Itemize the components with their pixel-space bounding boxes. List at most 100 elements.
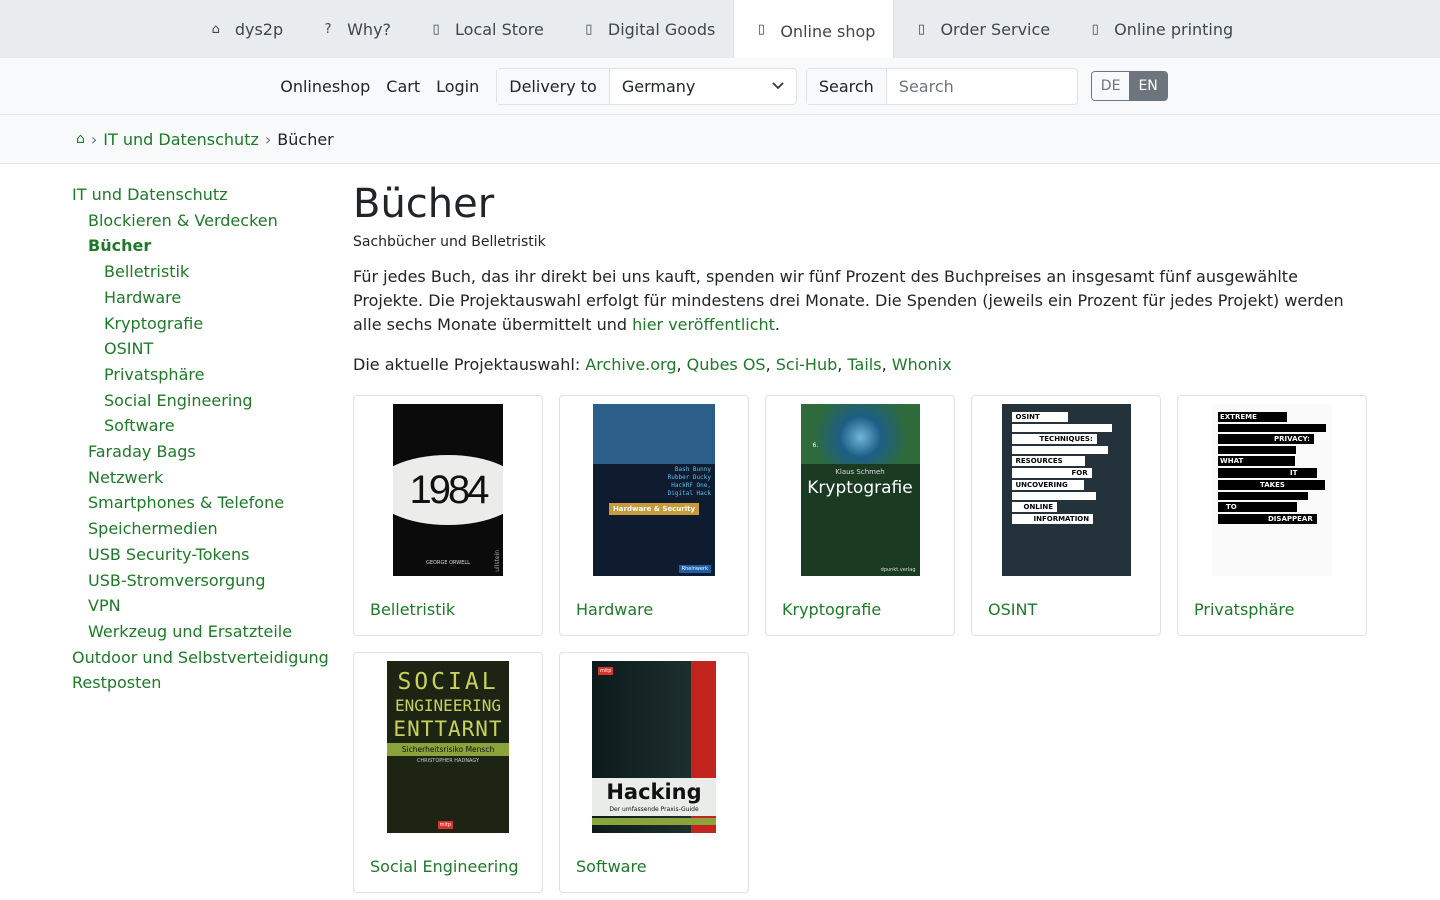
cover-krypto-publisher: dpunkt.verlag — [880, 567, 916, 573]
book-cover-image: mitp Hacking Der umfassende Praxis-Guide — [576, 661, 732, 833]
cover-krypto-edition: 6. — [812, 442, 819, 449]
home-icon: ⌂ — [211, 21, 220, 37]
tab-dys2p[interactable]: ⌂ dys2p — [189, 0, 301, 58]
sidebar-item-faraday-bags[interactable]: Faraday Bags — [72, 439, 353, 465]
sidebar-item-outdoor[interactable]: Outdoor und Selbstverteidigung — [72, 645, 353, 671]
cover-se-publisher: mitp — [437, 821, 453, 829]
cover-se-title: ENGINEERING — [395, 696, 501, 715]
search-input[interactable] — [886, 68, 1077, 104]
sidebar-item-buecher[interactable]: Bücher — [72, 233, 353, 259]
sidebar-item-usb-stromversorgung[interactable]: USB-Stromversorgung — [72, 568, 353, 594]
sidebar-item-belletristik[interactable]: Belletristik — [72, 259, 353, 285]
tab-why[interactable]: ? Why? — [301, 0, 409, 58]
sidebar-item-vpn[interactable]: VPN — [72, 593, 353, 619]
cover-osint-bar — [1011, 446, 1108, 454]
published-link[interactable]: hier veröffentlicht — [632, 315, 775, 334]
project-link-whonix[interactable]: Whonix — [892, 355, 952, 374]
sidebar-item-it-und-datenschutz[interactable]: IT und Datenschutz — [72, 182, 353, 208]
category-card-label: Belletristik — [370, 600, 456, 619]
book-cover-image: Bash Bunny Rubber Ducky HackRF One, Digi… — [576, 404, 732, 576]
top-navigation: ⌂ dys2p ? Why? ▯ Local Store ▯ Digital Goods… — [0, 0, 1440, 58]
box-icon: ▯ — [917, 21, 926, 37]
cover-krypto-artwork — [800, 404, 920, 464]
cover-privacy-word: WHAT — [1218, 456, 1296, 466]
sidebar-item-hardware[interactable]: Hardware — [72, 285, 353, 311]
login-link[interactable]: Login — [436, 77, 479, 96]
cover-hacking-subtitle: Der umfassende Praxis-Guide — [592, 806, 716, 816]
category-card-belletristik[interactable]: 1984 GEORGE ORWELL ullstein Belletristik — [353, 395, 543, 636]
cover-1984-title: 1984 — [393, 455, 503, 525]
cover-privacy-bar — [1218, 492, 1308, 500]
sidebar-item-werkzeug[interactable]: Werkzeug und Ersatzteile — [72, 619, 353, 645]
category-card-privatsphaere[interactable]: EXTREME PRIVACY: WHAT IT TAKES TO DISAPP… — [1177, 395, 1367, 636]
cover-hardware-keywords: Bash Bunny Rubber Ducky HackRF One, Digi… — [593, 464, 715, 500]
delivery-label: Delivery to — [497, 68, 610, 104]
cover-se-title: SOCIAL — [397, 669, 499, 695]
tab-online-printing[interactable]: ▯ Online printing — [1068, 0, 1251, 58]
category-card-hardware[interactable]: Bash Bunny Rubber Ducky HackRF One, Digi… — [559, 395, 749, 636]
cover-hardware-line: Rubber Ducky — [667, 474, 711, 481]
onlineshop-link[interactable]: Onlineshop — [280, 77, 370, 96]
lang-de-button[interactable]: DE — [1091, 72, 1130, 100]
project-link-qubes[interactable]: Qubes OS — [687, 355, 766, 374]
sidebar-item-blockieren[interactable]: Blockieren & Verdecken — [72, 208, 353, 234]
breadcrumb-parent[interactable]: IT und Datenschutz — [103, 130, 259, 149]
cover-osint-word: OSINT — [1011, 412, 1068, 422]
category-card-label: Social Engineering — [370, 857, 519, 876]
tab-local-store[interactable]: ▯ Local Store — [409, 0, 562, 58]
project-link-tails[interactable]: Tails — [847, 355, 881, 374]
cover-privacy-bar — [1218, 424, 1326, 432]
project-link-scihub[interactable]: Sci-Hub — [776, 355, 838, 374]
question-icon: ? — [324, 21, 332, 37]
category-card-osint[interactable]: OSINT TECHNIQUES: RESOURCES FOR UNCOVERI… — [971, 395, 1161, 636]
cover-hardware-photo — [593, 404, 715, 464]
sidebar-item-speichermedien[interactable]: Speichermedien — [72, 516, 353, 542]
main-content: Bücher Sachbücher und Belletristik Für j… — [353, 164, 1369, 893]
category-card-kryptografie[interactable]: 6. Klaus Schmeh Kryptografie dpunkt.verl… — [765, 395, 955, 636]
delivery-country-select[interactable]: Germany — [610, 69, 796, 104]
sidebar-item-kryptografie[interactable]: Kryptografie — [72, 311, 353, 337]
category-card-social-engineering[interactable]: SOCIAL ENGINEERING ENTTARNT Sicherheitsr… — [353, 652, 543, 893]
sidebar-item-social-engineering[interactable]: Social Engineering — [72, 388, 353, 414]
breadcrumb-current: Bücher — [277, 129, 334, 149]
download-icon: ▯ — [585, 21, 593, 37]
sidebar-item-smartphones[interactable]: Smartphones & Telefone — [72, 490, 353, 516]
projects-intro: Die aktuelle Projektauswahl: — [353, 355, 586, 374]
sidebar-item-privatsphaere[interactable]: Privatsphäre — [72, 362, 353, 388]
category-card-label: Kryptografie — [782, 600, 882, 619]
sidebar-item-software[interactable]: Software — [72, 413, 353, 439]
book-cover-kryptografie: 6. Klaus Schmeh Kryptografie dpunkt.verl… — [800, 404, 920, 576]
cart-link[interactable]: Cart — [386, 77, 420, 96]
category-card-label: Software — [576, 857, 647, 876]
cover-krypto-author: Klaus Schmeh — [835, 468, 885, 476]
breadcrumb-separator: › — [90, 129, 98, 149]
tab-order-service[interactable]: ▯ Order Service — [894, 0, 1068, 58]
cover-osint-bar — [1011, 492, 1096, 500]
cover-privacy-word: PRIVACY: — [1218, 434, 1314, 444]
category-card-label: Privatsphäre — [1194, 600, 1295, 619]
sidebar-item-usb-security-tokens[interactable]: USB Security-Tokens — [72, 542, 353, 568]
cover-1984-publisher: ullstein — [494, 550, 501, 572]
tab-online-shop[interactable]: ▯ Online shop — [733, 0, 895, 58]
search-box: Search — [805, 67, 1078, 105]
donation-paragraph: Für jedes Buch, das ihr direkt bei uns k… — [353, 265, 1369, 337]
book-cover-hardware: Bash Bunny Rubber Ducky HackRF One, Digi… — [593, 404, 715, 576]
category-card-label: Hardware — [576, 600, 654, 619]
cover-hardware-line: Digital Hack — [667, 490, 711, 497]
cover-privacy-word: TAKES — [1218, 480, 1325, 490]
category-card-software[interactable]: mitp Hacking Der umfassende Praxis-Guide… — [559, 652, 749, 893]
tab-digital-goods[interactable]: ▯ Digital Goods — [562, 0, 733, 58]
home-icon[interactable]: ⌂ — [76, 131, 85, 147]
project-link-archive[interactable]: Archive.org — [585, 355, 676, 374]
book-cover-privacy: EXTREME PRIVACY: WHAT IT TAKES TO DISAPP… — [1212, 404, 1332, 576]
projects-paragraph: Die aktuelle Projektauswahl: Archive.org… — [353, 355, 952, 374]
sidebar-item-osint[interactable]: OSINT — [72, 336, 353, 362]
lang-en-button[interactable]: EN — [1129, 72, 1167, 100]
delivery-country-value: Germany — [621, 76, 696, 96]
sidebar-item-netzwerk[interactable]: Netzwerk — [72, 465, 353, 491]
cover-privacy-word: IT — [1218, 468, 1318, 478]
shop-toolbar: Onlineshop Cart Login Delivery to German… — [0, 58, 1440, 115]
cover-krypto-title: Kryptografie — [807, 478, 913, 498]
cover-hardware-line: HackRF One, — [671, 482, 711, 489]
sidebar-item-restposten[interactable]: Restposten — [72, 670, 353, 696]
